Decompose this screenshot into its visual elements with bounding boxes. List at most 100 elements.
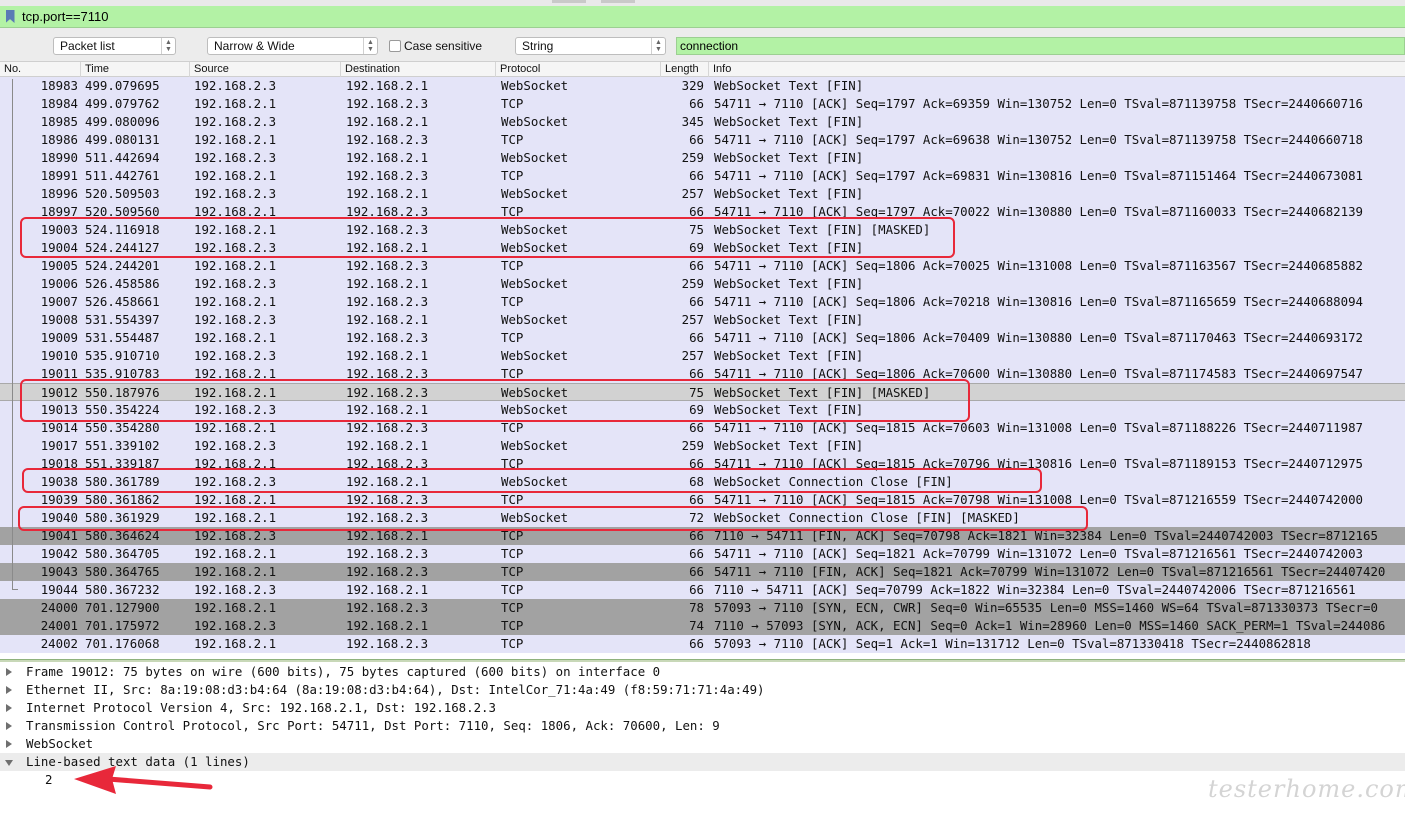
packet-row[interactable]: 19044 580.367232 192.168.2.3 192.168.2.1 TCP… — [0, 581, 1405, 599]
column-header-destination[interactable]: Destination — [340, 62, 495, 77]
packet-row[interactable]: 19042 580.364705 192.168.2.1 192.168.2.3 TCP… — [0, 545, 1405, 563]
packet-destination: 192.168.2.3 — [346, 330, 429, 345]
column-header-protocol[interactable]: Protocol — [495, 62, 660, 77]
packet-row[interactable]: 19004 524.244127 192.168.2.3 192.168.2.1 Web… — [0, 239, 1405, 257]
detail-tree-label: Frame 19012: 75 bytes on wire (600 bits)… — [26, 664, 661, 679]
packet-row[interactable]: 19005 524.244201 192.168.2.1 192.168.2.3 TCP… — [0, 257, 1405, 275]
packet-protocol: WebSocket — [501, 186, 569, 201]
packet-row[interactable]: 18983 499.079695 192.168.2.3 192.168.2.1 Web… — [0, 77, 1405, 95]
packet-destination: 192.168.2.1 — [346, 582, 429, 597]
packet-source: 192.168.2.1 — [194, 204, 277, 219]
packet-info: 57093 → 7110 [ACK] Seq=1 Ack=1 Win=13171… — [714, 636, 1311, 651]
packet-row[interactable]: 19043 580.364765 192.168.2.1 192.168.2.3 TCP… — [0, 563, 1405, 581]
annotation-arrow — [74, 766, 213, 794]
disclosure-closed-icon[interactable] — [6, 686, 12, 694]
packet-length: 345 — [681, 114, 704, 129]
packet-source: 192.168.2.3 — [194, 438, 277, 453]
packet-length: 66 — [689, 456, 704, 471]
detail-tree-label: Transmission Control Protocol, Src Port:… — [26, 718, 720, 733]
disclosure-closed-icon[interactable] — [6, 722, 12, 730]
packet-protocol: WebSocket — [501, 78, 569, 93]
packet-list: 18983 499.079695 192.168.2.3 192.168.2.1 Web… — [0, 77, 1405, 659]
packet-row[interactable]: 24002 701.176068 192.168.2.1 192.168.2.3 TCP… — [0, 635, 1405, 653]
find-search-input[interactable] — [676, 37, 1405, 55]
packet-row[interactable]: 18996 520.509503 192.168.2.3 192.168.2.1 Web… — [0, 185, 1405, 203]
packet-source: 192.168.2.3 — [194, 618, 277, 633]
packet-destination: 192.168.2.1 — [346, 474, 429, 489]
packet-length: 66 — [689, 366, 704, 381]
packet-time: 550.354224 — [85, 402, 160, 417]
search-in-select[interactable]: Packet list ▲ ▼ — [53, 37, 176, 55]
packet-row[interactable]: 19038 580.361789 192.168.2.3 192.168.2.1 Web… — [0, 473, 1405, 491]
packet-row[interactable]: 19003 524.116918 192.168.2.1 192.168.2.3 Web… — [0, 221, 1405, 239]
packet-row[interactable]: 19006 526.458586 192.168.2.3 192.168.2.1 Web… — [0, 275, 1405, 293]
packet-row[interactable]: 18984 499.079762 192.168.2.1 192.168.2.3 TCP… — [0, 95, 1405, 113]
packet-info: WebSocket Text [FIN] — [714, 186, 864, 201]
filter-bookmark-icon[interactable] — [0, 6, 20, 28]
packet-protocol: TCP — [501, 618, 524, 633]
case-sensitive-toggle[interactable]: Case sensitive — [389, 38, 482, 54]
detail-tree-item[interactable]: Internet Protocol Version 4, Src: 192.16… — [0, 699, 1405, 717]
disclosure-closed-icon[interactable] — [6, 668, 12, 676]
detail-tree-item[interactable]: Transmission Control Protocol, Src Port:… — [0, 717, 1405, 735]
detail-tree-item[interactable]: WebSocket — [0, 735, 1405, 753]
packet-row[interactable]: 19009 531.554487 192.168.2.1 192.168.2.3 TCP… — [0, 329, 1405, 347]
char-width-select[interactable]: Narrow & Wide ▲ ▼ — [207, 37, 378, 55]
packet-source: 192.168.2.1 — [194, 456, 277, 471]
detail-tree-label: Internet Protocol Version 4, Src: 192.16… — [26, 700, 496, 715]
packet-row[interactable]: 19041 580.364624 192.168.2.3 192.168.2.1 TCP… — [0, 527, 1405, 545]
packet-row[interactable]: 18990 511.442694 192.168.2.3 192.168.2.1 Web… — [0, 149, 1405, 167]
packet-protocol: TCP — [501, 96, 524, 111]
column-header-info[interactable]: Info — [708, 62, 1405, 77]
packet-row[interactable]: 18986 499.080131 192.168.2.1 192.168.2.3 TCP… — [0, 131, 1405, 149]
packet-info: 54711 → 7110 [ACK] Seq=1821 Ack=70799 Wi… — [714, 546, 1364, 561]
column-header-time[interactable]: Time — [80, 62, 189, 77]
packet-row[interactable]: 18985 499.080096 192.168.2.3 192.168.2.1 Web… — [0, 113, 1405, 131]
detail-tree-item[interactable]: Frame 19012: 75 bytes on wire (600 bits)… — [0, 663, 1405, 681]
disclosure-open-icon[interactable] — [5, 760, 13, 766]
packet-source: 192.168.2.1 — [194, 510, 277, 525]
detail-tree-label: WebSocket — [26, 736, 94, 751]
packet-row[interactable]: 19039 580.361862 192.168.2.1 192.168.2.3 TCP… — [0, 491, 1405, 509]
packet-row[interactable]: 19010 535.910710 192.168.2.3 192.168.2.1 Web… — [0, 347, 1405, 365]
packet-info: 7110 → 54711 [ACK] Seq=70799 Ack=1822 Wi… — [714, 582, 1356, 597]
packet-time: 580.364765 — [85, 564, 160, 579]
packet-time: 520.509503 — [85, 186, 160, 201]
packet-destination: 192.168.2.1 — [346, 312, 429, 327]
detail-tree-item[interactable]: Ethernet II, Src: 8a:19:08:d3:b4:64 (8a:… — [0, 681, 1405, 699]
disclosure-closed-icon[interactable] — [6, 740, 12, 748]
packet-time: 580.361789 — [85, 474, 160, 489]
column-header-source[interactable]: Source — [189, 62, 340, 77]
packet-info: WebSocket Text [FIN] — [714, 312, 864, 327]
column-header-no[interactable]: No. — [0, 62, 80, 77]
disclosure-closed-icon[interactable] — [6, 704, 12, 712]
packet-row[interactable]: 19014 550.354280 192.168.2.1 192.168.2.3 TCP… — [0, 419, 1405, 437]
packet-row[interactable]: 24000 701.127900 192.168.2.1 192.168.2.3 TCP… — [0, 599, 1405, 617]
packet-info: 54711 → 7110 [ACK] Seq=1797 Ack=70022 Wi… — [714, 204, 1364, 219]
packet-time: 531.554397 — [85, 312, 160, 327]
packet-destination: 192.168.2.3 — [346, 510, 429, 525]
packet-source: 192.168.2.1 — [194, 385, 277, 400]
packet-row[interactable]: 19008 531.554397 192.168.2.3 192.168.2.1 Web… — [0, 311, 1405, 329]
packet-row[interactable]: 19011 535.910783 192.168.2.1 192.168.2.3 TCP… — [0, 365, 1405, 383]
packet-time: 499.080096 — [85, 114, 160, 129]
packet-row[interactable]: 19012 550.187976 192.168.2.1 192.168.2.3 Web… — [0, 383, 1405, 401]
packet-protocol: TCP — [501, 204, 524, 219]
packet-row[interactable]: 24001 701.175972 192.168.2.3 192.168.2.1 TCP… — [0, 617, 1405, 635]
packet-row[interactable]: 19017 551.339102 192.168.2.3 192.168.2.1 Web… — [0, 437, 1405, 455]
packet-destination: 192.168.2.3 — [346, 492, 429, 507]
packet-row[interactable]: 19013 550.354224 192.168.2.3 192.168.2.1 Web… — [0, 401, 1405, 419]
packet-row[interactable]: 18997 520.509560 192.168.2.1 192.168.2.3 TCP… — [0, 203, 1405, 221]
packet-destination: 192.168.2.1 — [346, 240, 429, 255]
case-sensitive-checkbox[interactable] — [389, 40, 401, 52]
packet-time: 550.187976 — [85, 385, 160, 400]
packet-row[interactable]: 19007 526.458661 192.168.2.1 192.168.2.3 TCP… — [0, 293, 1405, 311]
display-filter-input[interactable] — [20, 6, 1400, 27]
column-header-length[interactable]: Length — [660, 62, 708, 77]
packet-row[interactable]: 19018 551.339187 192.168.2.1 192.168.2.3 TCP… — [0, 455, 1405, 473]
packet-length: 66 — [689, 258, 704, 273]
packet-row[interactable]: 18991 511.442761 192.168.2.1 192.168.2.3 TCP… — [0, 167, 1405, 185]
packet-row[interactable]: 19040 580.361929 192.168.2.1 192.168.2.3 Web… — [0, 509, 1405, 527]
packet-destination: 192.168.2.1 — [346, 114, 429, 129]
search-type-select[interactable]: String ▲ ▼ — [515, 37, 666, 55]
